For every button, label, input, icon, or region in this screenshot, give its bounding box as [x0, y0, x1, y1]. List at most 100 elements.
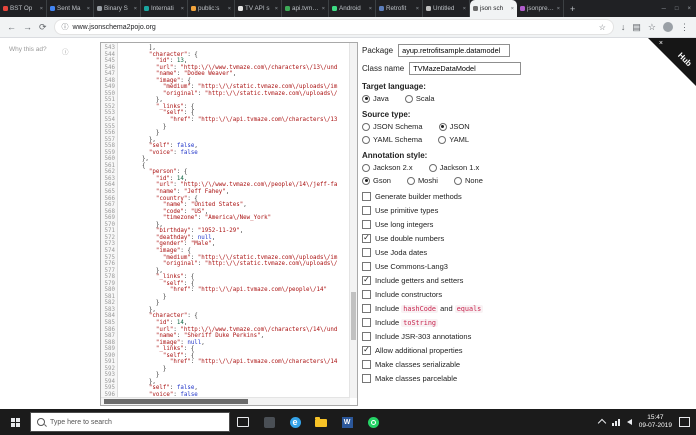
- checkbox-label: Allow additional properties: [375, 345, 463, 355]
- tab-close-icon[interactable]: ×: [369, 6, 372, 12]
- browser-tab-10[interactable]: json sch ×: [470, 0, 517, 17]
- tab-close-icon[interactable]: ×: [181, 6, 184, 12]
- tab-close-icon[interactable]: ×: [87, 6, 90, 12]
- taskbar-app-explorer[interactable]: [308, 409, 334, 435]
- taskbar-app-generic[interactable]: [256, 409, 282, 435]
- github-ribbon[interactable]: × Hub: [644, 38, 696, 90]
- ad-info-icon[interactable]: ⓘ: [62, 46, 69, 56]
- tab-close-icon[interactable]: ×: [557, 6, 560, 12]
- favorites-icon[interactable]: ☆: [648, 22, 656, 32]
- checkbox-include-getters-and-setters[interactable]: ✓ Include getters and setters: [362, 273, 684, 287]
- download-icon[interactable]: ↓: [621, 22, 626, 32]
- taskbar-app-edge[interactable]: [282, 409, 308, 435]
- tab-favicon: [285, 6, 290, 11]
- tab-close-icon[interactable]: ×: [463, 6, 466, 12]
- browser-tab-6[interactable]: api.tvmaze ×: [282, 0, 329, 17]
- radio-json-schema[interactable]: JSON Schema: [362, 122, 423, 131]
- taskbar-app-word[interactable]: [334, 409, 360, 435]
- back-icon[interactable]: ←: [7, 22, 16, 32]
- action-center-icon[interactable]: [679, 417, 690, 427]
- checkbox-include-hashcode-and-equals[interactable]: Include hashCode and equals: [362, 301, 684, 315]
- checkbox-use-long-integers[interactable]: Use long integers: [362, 217, 684, 231]
- tab-close-icon[interactable]: ×: [40, 6, 43, 12]
- package-input[interactable]: [398, 44, 511, 57]
- checkbox-use-commons-lang3[interactable]: Use Commons-Lang3: [362, 259, 684, 273]
- checkbox-use-joda-dates[interactable]: Use Joda dates: [362, 245, 684, 259]
- browser-tab-2[interactable]: Binary S ×: [94, 0, 141, 17]
- code-pane[interactable]: ], "character": { "id": 13, "url": "http…: [118, 43, 357, 405]
- classname-label: Class name: [362, 64, 405, 73]
- site-info-icon[interactable]: ⓘ: [62, 22, 69, 32]
- file-explorer-icon: [315, 417, 327, 427]
- vertical-scroll-thumb[interactable]: [351, 291, 356, 340]
- tab-close-icon[interactable]: ×: [228, 6, 231, 12]
- bookmark-star-icon[interactable]: ☆: [599, 23, 606, 32]
- new-tab-button[interactable]: +: [564, 0, 581, 17]
- tab-close-icon[interactable]: ×: [322, 6, 325, 12]
- editor-vertical-scrollbar[interactable]: [349, 43, 357, 398]
- radio-jackson-1-x[interactable]: Jackson 1.x: [428, 163, 479, 172]
- taskbar-search[interactable]: Type here to search: [30, 412, 230, 432]
- browser-tab-1[interactable]: Sent Ma ×: [47, 0, 94, 17]
- forward-icon[interactable]: →: [23, 22, 32, 32]
- checkbox-make-classes-parcelable[interactable]: Make classes parcelable: [362, 371, 684, 385]
- tabs-container: BST Op × Sent Ma × Binary S × Internati × public…: [0, 0, 564, 17]
- radio-java[interactable]: Java: [362, 94, 389, 103]
- browser-tab-4[interactable]: public:s ×: [188, 0, 235, 17]
- radio-moshi[interactable]: Moshi: [406, 176, 438, 185]
- close-button[interactable]: ×: [687, 6, 691, 12]
- browser-toolbar: ← → ⟳ ⓘ www.jsonschema2pojo.org ☆ ↓ ▤ ☆ …: [0, 17, 696, 38]
- browser-tab-7[interactable]: Android ×: [329, 0, 376, 17]
- browser-tab-5[interactable]: TV API s ×: [235, 0, 282, 17]
- annotation-style-heading: Annotation style:: [362, 151, 428, 160]
- why-this-ad-link[interactable]: Why this ad?: [9, 46, 47, 53]
- browser-tab-8[interactable]: Retrofit ×: [376, 0, 423, 17]
- volume-icon[interactable]: [626, 419, 632, 425]
- profile-avatar[interactable]: [663, 22, 673, 32]
- horizontal-scroll-thumb[interactable]: [104, 399, 249, 404]
- checkbox-include-jsr-303-annotations[interactable]: Include JSR-303 annotations: [362, 329, 684, 343]
- browser-tab-11[interactable]: jsonprettyp ×: [517, 0, 564, 17]
- code-line: "href": "http:\/\/api.tvmaze.com\/charac…: [169, 359, 338, 366]
- start-button[interactable]: [0, 409, 30, 435]
- checkbox-include-tostring[interactable]: Include toString: [362, 315, 684, 329]
- taskbar-clock[interactable]: 15:47 09-07-2019: [639, 414, 672, 430]
- refresh-icon[interactable]: ⟳: [39, 22, 47, 32]
- checkbox-box: [362, 219, 371, 229]
- browser-tab-0[interactable]: BST Op ×: [0, 0, 47, 17]
- checkbox-allow-additional-properties[interactable]: ✓ Allow additional properties: [362, 343, 684, 357]
- tab-close-icon[interactable]: ×: [275, 6, 278, 12]
- menu-icon[interactable]: ⋮: [680, 22, 689, 32]
- checkbox-use-primitive-types[interactable]: Use primitive types: [362, 203, 684, 217]
- checkbox-make-classes-serializable[interactable]: Make classes serializable: [362, 357, 684, 371]
- maximize-button[interactable]: □: [675, 6, 679, 12]
- checkbox-use-double-numbers[interactable]: ✓ Use double numbers: [362, 231, 684, 245]
- radio-yaml[interactable]: YAML: [438, 135, 469, 144]
- task-view-button[interactable]: [230, 409, 256, 435]
- radio-none[interactable]: None: [453, 176, 483, 185]
- radio-yaml-schema[interactable]: YAML Schema: [362, 135, 422, 144]
- editor-horizontal-scrollbar[interactable]: [101, 397, 350, 405]
- collections-icon[interactable]: ▤: [632, 22, 641, 32]
- checkbox-generate-builder-methods[interactable]: Generate builder methods: [362, 189, 684, 203]
- target-language-options: Java Scala: [362, 94, 684, 103]
- radio-gson[interactable]: Gson: [362, 176, 391, 185]
- checkbox-include-constructors[interactable]: Include constructors: [362, 287, 684, 301]
- address-bar[interactable]: ⓘ www.jsonschema2pojo.org ☆: [53, 19, 614, 35]
- browser-tab-9[interactable]: Untitled ×: [423, 0, 470, 17]
- browser-tab-3[interactable]: Internati ×: [141, 0, 188, 17]
- network-icon[interactable]: [611, 418, 620, 426]
- classname-input[interactable]: [409, 62, 522, 75]
- tab-close-icon[interactable]: ×: [511, 6, 514, 12]
- tab-close-icon[interactable]: ×: [134, 6, 137, 12]
- ribbon-close-icon[interactable]: ×: [659, 40, 663, 47]
- radio-jackson-2-x[interactable]: Jackson 2.x: [362, 163, 413, 172]
- json-editor[interactable]: 543 544 545 546 547 548 549 550 551 552 553 554 555 5…: [100, 42, 358, 406]
- minimize-button[interactable]: ─: [662, 6, 666, 12]
- tab-close-icon[interactable]: ×: [416, 6, 419, 12]
- radio-dot: [453, 176, 462, 185]
- radio-scala[interactable]: Scala: [404, 94, 435, 103]
- radio-json[interactable]: JSON: [438, 122, 470, 131]
- tray-expand-icon[interactable]: [597, 418, 606, 428]
- taskbar-app-whatsapp[interactable]: [360, 409, 386, 435]
